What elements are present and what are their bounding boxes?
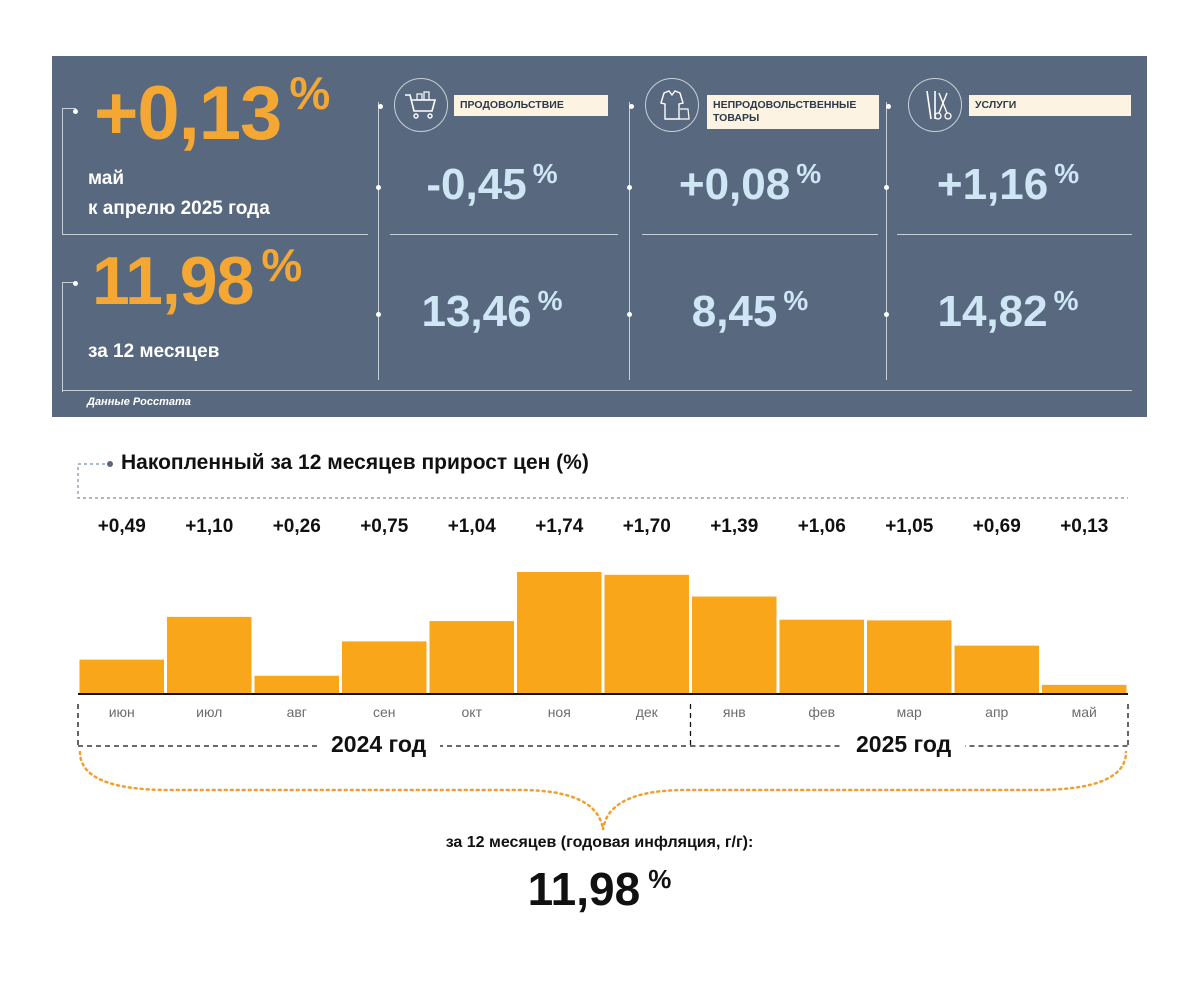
tick-label-дек: дек	[636, 704, 659, 720]
bar-июн	[79, 659, 164, 694]
tick-label-ноя: ноя	[548, 704, 571, 720]
bar-фев	[779, 619, 864, 694]
tick-label-окт: окт	[462, 704, 483, 720]
chart-title: Накопленный за 12 месяцев прирост цен (%…	[121, 451, 589, 474]
title-dot	[107, 461, 113, 467]
value-label-апр: +0,69	[973, 516, 1021, 537]
value-label-июн: +0,49	[98, 516, 146, 537]
tick-label-май: май	[1072, 704, 1097, 720]
bar-янв	[692, 596, 777, 694]
bar-май	[1042, 684, 1127, 694]
tick-label-фев: фев	[808, 704, 835, 720]
bar-июл	[167, 616, 252, 694]
value-label-сен: +0,75	[360, 516, 409, 537]
bar-ноя	[517, 572, 602, 694]
tick-label-сен: сен	[373, 704, 396, 720]
annual-inflation-number: 11,98	[527, 863, 641, 915]
value-label-окт: +1,04	[448, 516, 497, 537]
percent-sign: %	[648, 864, 672, 894]
tick-label-июн: июн	[109, 704, 135, 720]
group-label-2024: 2024 год	[317, 731, 441, 758]
value-label-мар: +1,05	[885, 516, 934, 537]
bar-мар	[867, 620, 952, 694]
value-label-дек: +1,70	[623, 516, 671, 537]
bar-авг	[254, 675, 339, 694]
annual-inflation-caption: за 12 месяцев (годовая инфляция, г/г):	[445, 834, 754, 851]
tick-label-апр: апр	[985, 704, 1008, 720]
value-label-май: +0,13	[1060, 516, 1108, 537]
value-label-авг: +0,26	[273, 516, 321, 537]
summary-brace	[78, 750, 1128, 831]
tick-label-июл: июл	[196, 704, 222, 720]
bar-сен	[342, 641, 427, 694]
value-label-янв: +1,39	[710, 516, 758, 537]
value-label-ноя: +1,74	[535, 516, 584, 537]
monthly-bar-chart: +0,49 +1,10 +0,26 +0,75 +1,04 +1,74 +1,70 +1,39…	[77, 461, 1129, 831]
bar-апр	[954, 645, 1039, 694]
value-label-июл: +1,10	[185, 516, 233, 537]
bar-окт	[429, 621, 514, 694]
annual-inflation-value: 11,98%	[0, 862, 1199, 916]
bar-дек	[604, 574, 689, 694]
tick-label-янв: янв	[723, 704, 746, 720]
tick-label-авг: авг	[287, 704, 307, 720]
group-label-2025: 2025 год	[842, 731, 966, 758]
tick-label-мар: мар	[897, 704, 922, 720]
value-label-фев: +1,06	[798, 516, 846, 537]
